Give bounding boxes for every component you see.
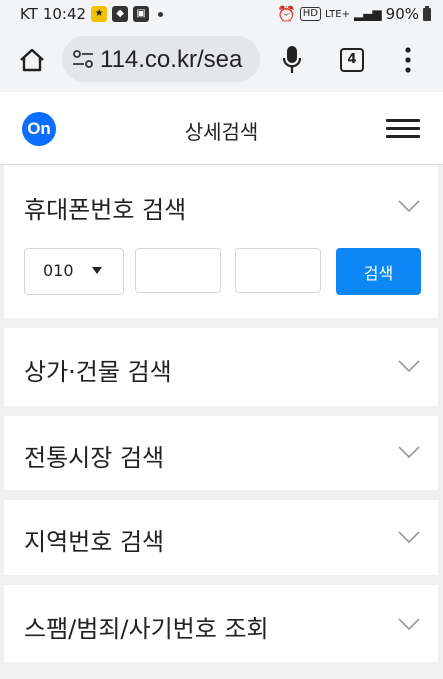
spam-lookup-panel[interactable]: 스팸/범죄/사기번호 조회 — [4, 585, 438, 662]
chevron-down-icon[interactable] — [398, 446, 420, 458]
notification-dot-icon — [158, 11, 164, 17]
carrier-label: KT — [20, 5, 38, 23]
tabs-icon[interactable]: 4 — [340, 48, 364, 72]
area-code-search-panel[interactable]: 지역번호 검색 — [4, 500, 438, 575]
signal-icon: ▂▄▆ — [353, 7, 382, 21]
phone-prefix-value: 010 — [43, 261, 74, 280]
dropdown-arrow-icon — [92, 267, 102, 274]
site-header: On 상세검색 — [0, 92, 443, 165]
chevron-down-icon[interactable] — [398, 531, 420, 543]
url-text: 114.co.kr/sea — [100, 46, 243, 73]
chevron-down-icon[interactable] — [398, 200, 420, 212]
phone-prefix-select[interactable]: 010 — [24, 248, 124, 295]
building-search-panel[interactable]: 상가·건물 검색 — [4, 328, 438, 406]
area-code-search-title[interactable]: 지역번호 검색 — [24, 522, 164, 557]
chevron-down-icon[interactable] — [398, 360, 420, 372]
battery-icon — [423, 5, 431, 21]
clock: 10:42 — [42, 5, 87, 23]
market-search-panel[interactable]: 전통시장 검색 — [4, 416, 438, 490]
shield-app-icon: ◆ — [112, 6, 129, 22]
search-sections: 휴대폰번호 검색 010 검색 상가·건물 검색 전통시장 검색 지역번호 검색… — [0, 165, 443, 679]
alarm-icon: ⏰ — [277, 5, 296, 23]
yellow-app-icon: ★ — [91, 6, 108, 22]
phone-search-panel: 휴대폰번호 검색 010 검색 — [4, 165, 438, 318]
network-label: LTE+ — [324, 8, 350, 20]
chevron-down-icon[interactable] — [398, 618, 420, 630]
market-search-title[interactable]: 전통시장 검색 — [24, 438, 164, 473]
address-bar[interactable]: 114.co.kr/sea — [62, 36, 260, 82]
menu-icon[interactable] — [386, 119, 420, 139]
status-bar: KT 10:42 ★ ◆ ▣ ⏰ HD LTE+ ▂▄▆ 90% — [0, 0, 443, 28]
spam-lookup-title[interactable]: 스팸/범죄/사기번호 조회 — [24, 609, 269, 644]
phone-last-input[interactable] — [235, 248, 321, 293]
phone-search-button[interactable]: 검색 — [336, 248, 421, 295]
home-icon[interactable] — [19, 48, 45, 72]
phone-middle-input[interactable] — [135, 248, 221, 293]
phone-search-title[interactable]: 휴대폰번호 검색 — [24, 190, 186, 225]
hd-icon: HD — [299, 7, 321, 21]
image-icon: ▣ — [133, 6, 150, 22]
page-title: 상세검색 — [184, 120, 259, 144]
mic-icon[interactable] — [282, 45, 302, 75]
browser-toolbar: 114.co.kr/sea 4 — [0, 28, 443, 92]
site-settings-icon[interactable] — [72, 50, 94, 68]
battery-label: 90% — [385, 5, 419, 23]
building-search-title[interactable]: 상가·건물 검색 — [24, 352, 172, 387]
more-vert-icon[interactable] — [405, 47, 411, 73]
